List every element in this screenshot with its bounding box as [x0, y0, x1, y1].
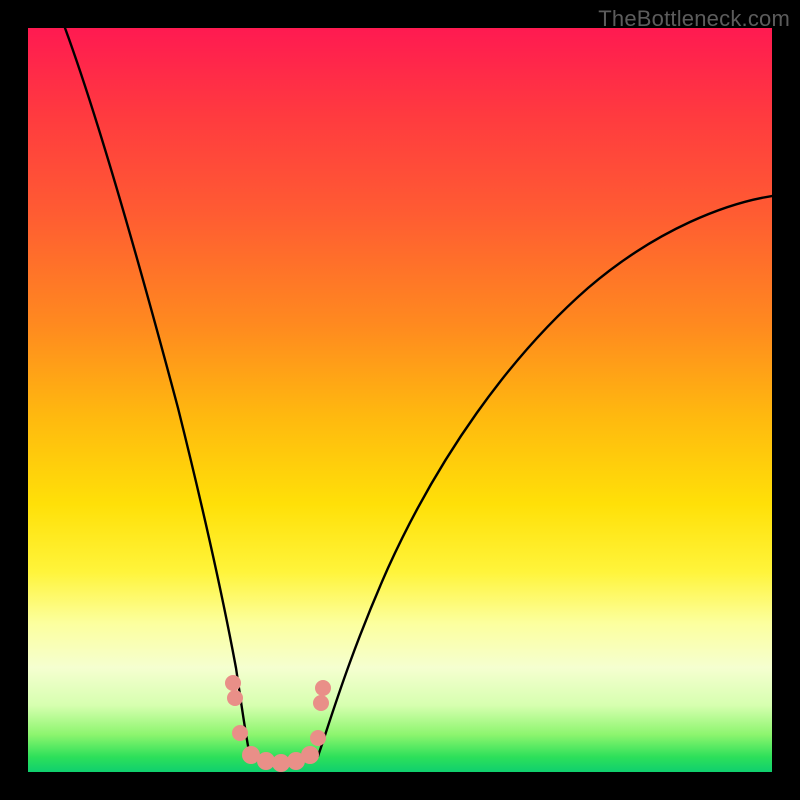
marker-dot: [227, 690, 243, 706]
marker-dot: [301, 746, 319, 764]
marker-group: [225, 675, 331, 772]
marker-dot: [315, 680, 331, 696]
plot-area: [28, 28, 772, 772]
marker-dot: [313, 695, 329, 711]
outer-frame: TheBottleneck.com: [0, 0, 800, 800]
marker-dot: [310, 730, 326, 746]
marker-dot: [225, 675, 241, 691]
curve-right-branch: [318, 196, 772, 756]
marker-dot: [232, 725, 248, 741]
chart-svg: [28, 28, 772, 772]
curve-left-branch: [65, 28, 250, 756]
